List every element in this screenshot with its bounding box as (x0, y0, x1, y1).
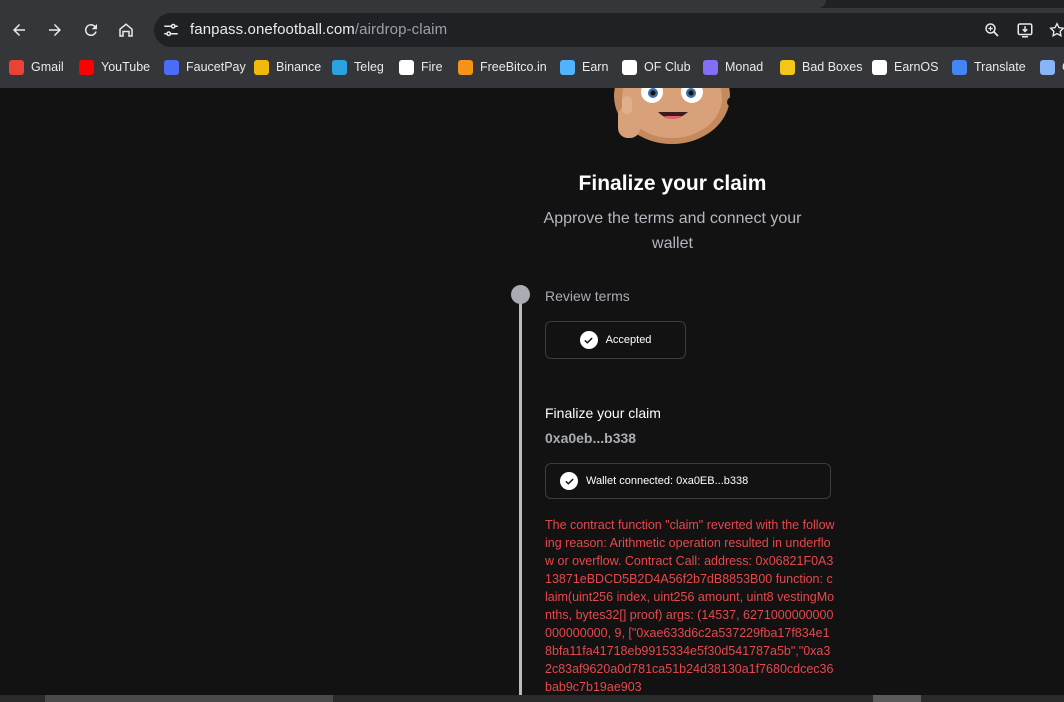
wallet-status-label: Wallet connected: 0xa0EB...b338 (586, 475, 749, 487)
home-icon (119, 23, 133, 37)
bookmark-translate[interactable]: Translate (952, 58, 1026, 76)
tab-strip (0, 0, 1064, 8)
bookmark-youtube[interactable]: YouTube (79, 58, 150, 76)
bookmark-c[interactable]: C (1040, 58, 1064, 76)
step-finalize-label: Finalize your claim (545, 405, 661, 421)
reload-icon (84, 24, 97, 37)
telegram-icon (332, 59, 347, 75)
url-text[interactable]: fanpass.onefootball.com/airdrop-claim (190, 21, 447, 38)
scrollbar-thumb-secondary[interactable] (873, 695, 921, 702)
stepper-line (519, 295, 522, 702)
bookmark-label: Earn (582, 60, 609, 74)
accepted-label: Accepted (605, 334, 652, 346)
url-path: /airdrop-claim (354, 21, 448, 38)
bookmark-label: EarnOS (894, 60, 939, 74)
ofclub-icon (622, 59, 637, 75)
install-app-icon[interactable] (1016, 21, 1034, 39)
monad-icon (703, 59, 718, 75)
step-review-terms-label: Review terms (545, 288, 630, 304)
bookmark-teleg[interactable]: Teleg (332, 58, 384, 76)
home-button[interactable] (113, 17, 139, 43)
bookmark-label: FreeBitco.in (480, 60, 547, 74)
browser-chrome: fanpass.onefootball.com/airdrop-claim Gm… (0, 0, 1064, 88)
bookmark-label: Monad (725, 60, 764, 74)
bookmark-label: Fire (421, 60, 443, 74)
back-button[interactable] (6, 17, 32, 43)
faucetpay-icon (164, 59, 179, 75)
bitcoin-icon (458, 59, 473, 75)
reload-button[interactable] (78, 17, 104, 43)
bookmark-earn[interactable]: Earn (560, 58, 608, 76)
bookmark-monad[interactable]: Monad (703, 58, 763, 76)
bookmark-binance[interactable]: Binance (254, 58, 321, 76)
bookmark-of-club[interactable]: OF Club (622, 58, 691, 76)
bookmark-label: FaucetPay (186, 60, 246, 74)
overflow-icon (1040, 59, 1055, 75)
stepper-dot (511, 285, 530, 304)
bookmark-label: Translate (974, 60, 1026, 74)
bookmark-label: Bad Boxes (802, 60, 863, 74)
scrollbar-thumb[interactable] (45, 695, 333, 702)
bookmark-bad-boxes[interactable]: Bad Boxes (780, 58, 862, 76)
bookmarks-bar: Gmail YouTube FaucetPay Binance Teleg Fire Fre… (0, 54, 1064, 80)
bookmark-freebitco-in[interactable]: FreeBitco.in (458, 58, 547, 76)
earnos-icon (872, 59, 887, 75)
zoom-icon[interactable] (983, 21, 1001, 39)
bookmark-star-icon[interactable] (1048, 21, 1064, 39)
bookmark-label: Teleg (354, 60, 384, 74)
site-settings-icon[interactable] (162, 21, 180, 39)
address-bar[interactable]: fanpass.onefootball.com/airdrop-claim (154, 13, 1064, 47)
earn-icon (560, 59, 575, 75)
fire-icon (399, 59, 414, 75)
mascot-avatar (614, 88, 737, 144)
horizontal-scrollbar[interactable] (0, 695, 1064, 702)
check-circle-icon (579, 331, 598, 349)
bookmark-fire[interactable]: Fire (399, 58, 443, 76)
wallet-address: 0xa0eb...b338 (545, 430, 637, 446)
bookmark-earnos[interactable]: EarnOS (872, 58, 938, 76)
gmail-icon (9, 59, 24, 75)
active-tab-edge (0, 0, 826, 8)
bookmark-label: Gmail (31, 60, 64, 74)
bookmark-label: OF Club (644, 60, 691, 74)
badboxes-icon (780, 59, 795, 75)
forward-arrow-icon (49, 24, 61, 36)
translate-icon (952, 59, 967, 75)
bookmark-gmail[interactable]: Gmail (9, 58, 64, 76)
claim-page: Finalize your claim Approve the terms an… (0, 88, 1064, 702)
page-subtitle: Approve the terms and connect your walle… (543, 210, 802, 252)
error-message: The contract function "claim" reverted w… (545, 518, 835, 694)
binance-icon (254, 59, 269, 75)
wallet-connected-badge[interactable]: Wallet connected: 0xa0EB...b338 (545, 463, 831, 499)
back-arrow-icon (13, 24, 25, 36)
page-title: Finalize your claim (578, 172, 767, 195)
url-host: fanpass.onefootball.com (190, 21, 355, 38)
forward-button[interactable] (42, 17, 68, 43)
bookmark-label: Binance (276, 60, 322, 74)
check-circle-icon (560, 472, 578, 490)
bookmark-label: YouTube (101, 60, 151, 74)
youtube-icon (79, 59, 94, 75)
accepted-badge: Accepted (545, 321, 686, 359)
bookmark-faucetpay[interactable]: FaucetPay (164, 58, 246, 76)
